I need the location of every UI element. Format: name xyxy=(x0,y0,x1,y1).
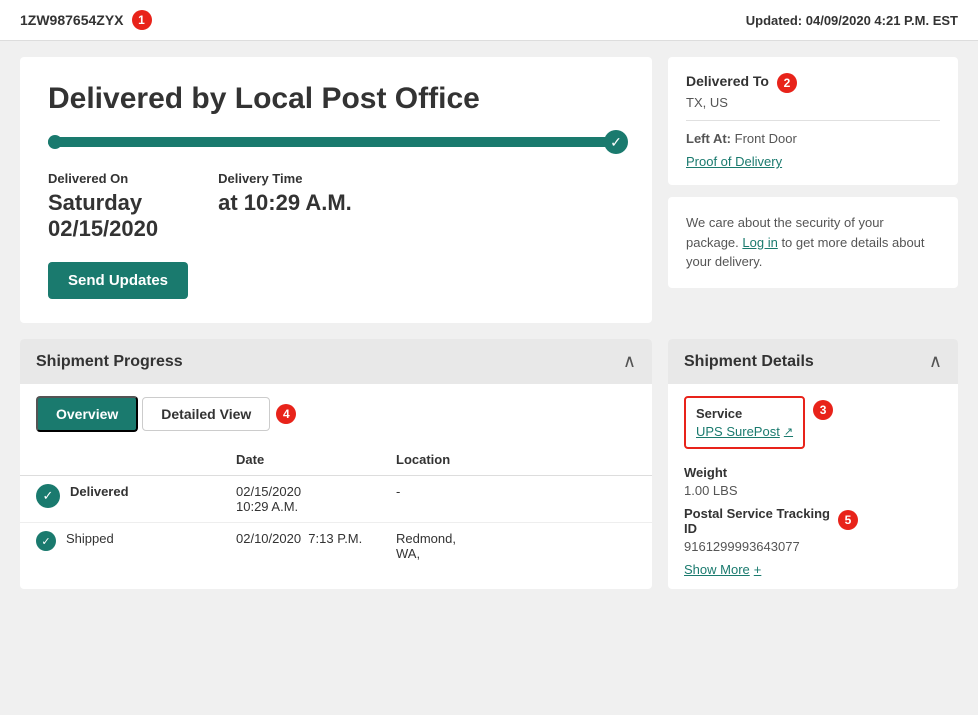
postal-label-id: ID xyxy=(684,521,697,536)
chevron-up-icon: ∧ xyxy=(623,351,636,372)
postal-value: 9161299993643077 xyxy=(684,539,830,554)
send-updates-button[interactable]: Send Updates xyxy=(48,262,188,299)
updated-label: Updated: xyxy=(746,13,802,28)
date-cell: 02/15/2020 10:29 A.M. xyxy=(220,476,380,523)
col-location: Location xyxy=(380,444,652,476)
updated-text: Updated: 04/09/2020 4:21 P.M. EST xyxy=(746,13,958,28)
left-at-section: Left At: Front Door xyxy=(686,131,940,146)
external-link-icon: ↗ xyxy=(784,425,793,438)
security-card: We care about the security of your packa… xyxy=(668,197,958,288)
tracking-number-wrap: 1ZW987654ZYX 1 xyxy=(20,10,152,30)
delivery-time-value: at 10:29 A.M. xyxy=(218,190,352,216)
status-delivered: Delivered xyxy=(70,484,129,499)
col-status xyxy=(20,444,220,476)
delivered-on-label: Delivered On xyxy=(48,171,158,186)
delivered-date-line1: Saturday xyxy=(48,190,158,216)
location-state: WA, xyxy=(396,546,636,561)
delivered-check-icon: ✓ xyxy=(36,484,60,508)
service-value: UPS SurePost xyxy=(696,424,780,439)
service-link[interactable]: UPS SurePost ↗ xyxy=(696,424,793,439)
progress-start-dot xyxy=(48,135,62,149)
tab-detailed-view[interactable]: Detailed View xyxy=(142,397,270,431)
status-shipped: Shipped xyxy=(66,531,114,546)
service-section: Service UPS SurePost ↗ 3 Weight 1.00 LBS… xyxy=(668,384,958,589)
delivered-to-row: Delivered To 2 xyxy=(686,73,940,93)
shipment-details-header: Shipment Details ∧ xyxy=(668,339,958,384)
progress-check-icon: ✓ xyxy=(604,130,628,154)
delivery-title: Delivered by Local Post Office xyxy=(48,81,624,117)
shipment-details-title: Shipment Details xyxy=(684,353,814,371)
delivery-time-label: Delivery Time xyxy=(218,171,352,186)
date-cell-shipped: 02/10/2020 7:13 P.M. xyxy=(220,523,380,570)
table-row: ✓ Delivered 02/15/2020 10:29 A.M. - xyxy=(20,476,652,523)
left-at-value: Front Door xyxy=(735,131,797,146)
progress-track xyxy=(48,137,624,147)
tabs-badge-wrap: Detailed View 4 xyxy=(142,397,296,431)
delivery-card: Delivered by Local Post Office ✓ Deliver… xyxy=(20,57,652,323)
postal-label: Postal Service Tracking ID xyxy=(684,506,830,536)
weight-value: 1.00 LBS xyxy=(684,483,942,498)
status-cell: ✓ Delivered xyxy=(20,476,220,523)
main-content: Delivered by Local Post Office ✓ Deliver… xyxy=(0,41,978,339)
right-panel: Delivered To 2 TX, US Left At: Front Doo… xyxy=(668,57,958,323)
shipment-progress-card: Shipment Progress ∧ Overview Detailed Vi… xyxy=(20,339,652,589)
login-link[interactable]: Log in xyxy=(742,235,777,250)
location-cell-shipped: Redmond, WA, xyxy=(380,523,652,570)
delivery-time-col: Delivery Time at 10:29 A.M. xyxy=(218,171,352,242)
delivered-to-title: Delivered To xyxy=(686,73,769,89)
show-more-label: Show More xyxy=(684,562,750,577)
status-cell-shipped: ✓ Shipped xyxy=(20,523,220,570)
location-city: Redmond, xyxy=(396,531,636,546)
proof-of-delivery-link[interactable]: Proof of Delivery xyxy=(686,154,940,169)
tabs-row: Overview Detailed View 4 xyxy=(20,384,652,432)
delivered-to-value: TX, US xyxy=(686,95,940,110)
tracking-number: 1ZW987654ZYX xyxy=(20,12,124,28)
service-label: Service xyxy=(696,406,793,421)
delivered-time-1: 10:29 A.M. xyxy=(236,499,364,514)
shipped-check-icon: ✓ xyxy=(36,531,56,551)
delivered-to-card: Delivered To 2 TX, US Left At: Front Doo… xyxy=(668,57,958,185)
left-panel: Delivered by Local Post Office ✓ Deliver… xyxy=(20,57,652,323)
divider xyxy=(686,120,940,121)
badge-2: 2 xyxy=(777,73,797,93)
shipment-details-card: Shipment Details ∧ Service UPS SurePost … xyxy=(668,339,958,589)
progress-table: Date Location ✓ Delivered 02/15/2020 1 xyxy=(20,444,652,569)
top-bar: 1ZW987654ZYX 1 Updated: 04/09/2020 4:21 … xyxy=(0,0,978,41)
delivered-date: Saturday 02/15/2020 xyxy=(48,190,158,242)
tab-overview[interactable]: Overview xyxy=(36,396,138,432)
badge-5: 5 xyxy=(838,510,858,530)
bottom-section: Shipment Progress ∧ Overview Detailed Vi… xyxy=(0,339,978,609)
badge-1: 1 xyxy=(132,10,152,30)
progress-bar-wrap: ✓ xyxy=(48,137,624,147)
location-cell: - xyxy=(380,476,652,523)
delivered-date-1: 02/15/2020 xyxy=(236,484,364,499)
left-at-label: Left At: xyxy=(686,131,731,146)
shipment-details-chevron: ∧ xyxy=(929,351,942,372)
col-date: Date xyxy=(220,444,380,476)
badge-4: 4 xyxy=(276,404,296,424)
show-more-link[interactable]: Show More + xyxy=(684,562,942,577)
delivered-on-col: Delivered On Saturday 02/15/2020 xyxy=(48,171,158,242)
service-box: Service UPS SurePost ↗ xyxy=(684,396,805,449)
shipment-progress-title: Shipment Progress xyxy=(36,353,183,371)
delivered-date-line2: 02/15/2020 xyxy=(48,216,158,242)
progress-fill xyxy=(48,137,624,147)
weight-label: Weight xyxy=(684,465,942,480)
show-more-icon: + xyxy=(754,562,762,577)
table-row: ✓ Shipped 02/10/2020 7:13 P.M. Redmond, … xyxy=(20,523,652,570)
postal-label-text: Postal Service Tracking xyxy=(684,506,830,521)
badge-3: 3 xyxy=(813,400,833,420)
updated-value: 04/09/2020 4:21 P.M. EST xyxy=(806,13,958,28)
security-text: We care about the security of your packa… xyxy=(686,213,940,272)
delivery-info-row: Delivered On Saturday 02/15/2020 Deliver… xyxy=(48,171,624,242)
shipment-progress-header: Shipment Progress ∧ xyxy=(20,339,652,384)
